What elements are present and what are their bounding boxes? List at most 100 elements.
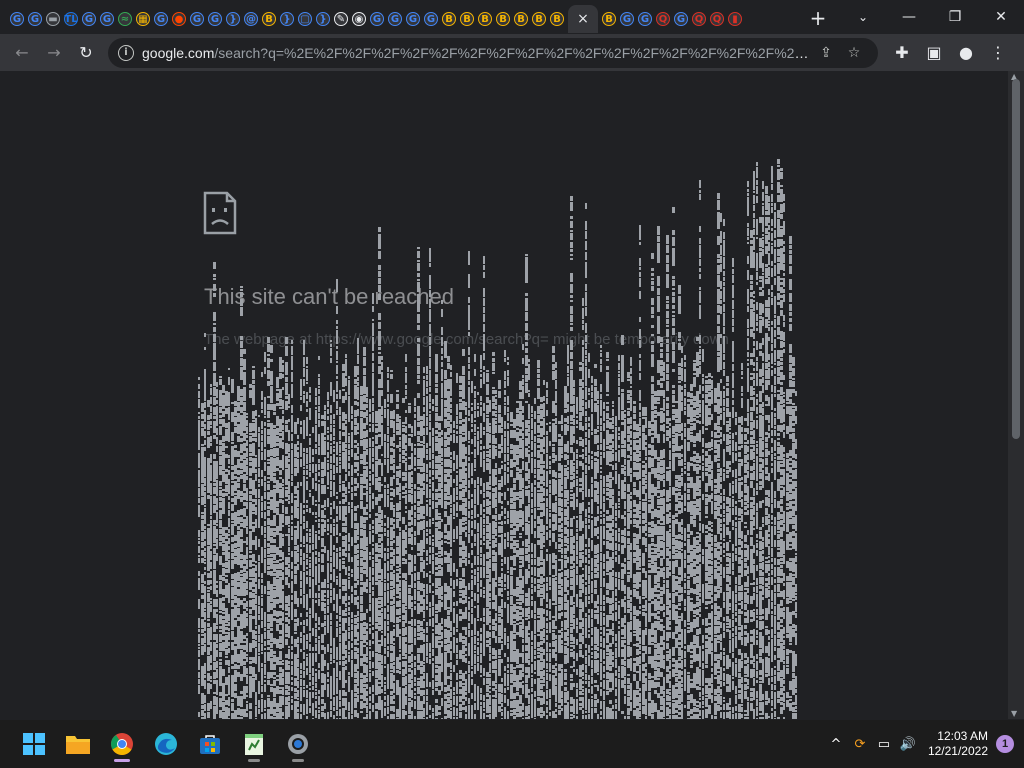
restore-button[interactable]: ❐ [932, 2, 978, 32]
noise-fragment [219, 698, 222, 707]
browser-tab[interactable]: } [224, 5, 242, 33]
browser-tab[interactable]: ▬ [44, 5, 62, 33]
noise-fragment [285, 604, 288, 611]
browser-tab[interactable]: G [152, 5, 170, 33]
minimize-button[interactable]: — [886, 2, 932, 32]
browser-tab[interactable]: G [636, 5, 654, 33]
browser-tab[interactable]: ▮ [726, 5, 744, 33]
close-icon[interactable]: × [577, 11, 589, 27]
noise-fragment [219, 510, 222, 519]
noise-fragment [243, 508, 246, 517]
noise-fragment [234, 577, 237, 586]
browser-tab[interactable]: } [278, 5, 296, 33]
browser-tab[interactable]: @ [242, 5, 260, 33]
browser-tab[interactable]: G [8, 5, 26, 33]
noise-fragment [288, 394, 290, 398]
noise-fragment [345, 603, 347, 607]
noise-fragment [507, 609, 509, 616]
extensions-icon[interactable]: ✚ [886, 37, 918, 69]
bookmark-star-icon[interactable]: ☆ [840, 39, 868, 67]
browser-tab[interactable]: B [476, 5, 494, 33]
browser-tab[interactable]: G [80, 5, 98, 33]
noise-fragment [303, 453, 305, 462]
address-bar[interactable]: i google.com/search?q=%2E%2F%2F%2F%2F%2F… [108, 37, 878, 68]
browser-tab[interactable]: ▢ [296, 5, 314, 33]
noise-fragment [336, 279, 338, 283]
noise-fragment [519, 561, 522, 563]
forward-button[interactable]: → [38, 37, 70, 69]
noise-fragment [213, 487, 216, 494]
browser-tab[interactable]: G [404, 5, 422, 33]
profile-icon[interactable]: ● [950, 37, 982, 69]
noise-fragment [438, 521, 441, 529]
browser-tab[interactable]: B [512, 5, 530, 33]
browser-tab[interactable]: Q [654, 5, 672, 33]
browser-tab[interactable]: ▦ [134, 5, 152, 33]
browser-tab[interactable]: G [188, 5, 206, 33]
noise-fragment [513, 604, 516, 606]
noise-fragment [258, 449, 260, 458]
browser-tab[interactable]: × [568, 5, 598, 33]
browser-tab[interactable]: G [98, 5, 116, 33]
noise-fragment [513, 528, 516, 535]
browser-tab[interactable]: G [26, 5, 44, 33]
browser-tab[interactable]: ≈ [116, 5, 134, 33]
noise-fragment [249, 703, 252, 709]
noise-fragment [249, 615, 252, 621]
noise-fragment [504, 695, 506, 703]
noise-fragment [240, 432, 243, 434]
close-window-button[interactable]: ✕ [978, 2, 1024, 32]
site-info-icon[interactable]: i [118, 44, 134, 61]
noise-fragment [291, 589, 293, 593]
reload-button[interactable]: ↻ [70, 37, 102, 69]
browser-tab[interactable]: G [368, 5, 386, 33]
noise-fragment [216, 639, 218, 643]
browser-tab[interactable]: G [422, 5, 440, 33]
noise-fragment [387, 495, 389, 502]
browser-tab[interactable]: } [314, 5, 332, 33]
chat-icon: ▢ [298, 12, 312, 26]
new-tab-button[interactable]: + [804, 4, 832, 32]
noise-fragment [357, 688, 359, 694]
browser-tab[interactable]: B [494, 5, 512, 33]
noise-fragment [360, 650, 363, 656]
browser-tab[interactable]: G [206, 5, 224, 33]
noise-fragment [372, 373, 374, 379]
noise-fragment [408, 665, 411, 667]
browser-tab[interactable]: G [386, 5, 404, 33]
browser-tab[interactable]: B [440, 5, 458, 33]
noise-fragment [420, 711, 423, 719]
noise-fragment [201, 699, 204, 704]
browser-tab[interactable]: B [458, 5, 476, 33]
noise-fragment [309, 453, 311, 457]
noise-fragment [228, 642, 230, 646]
browser-tab[interactable]: ✎ [332, 5, 350, 33]
browser-tab[interactable]: B [530, 5, 548, 33]
noise-fragment [273, 564, 276, 567]
browser-tab[interactable]: B [548, 5, 566, 33]
noise-fragment [345, 506, 347, 515]
noise-fragment [378, 587, 381, 596]
noise-fragment [360, 501, 363, 509]
url-text[interactable]: google.com/search?q=%2E%2F%2F%2F%2F%2F%2… [142, 45, 812, 61]
noise-fragment [231, 414, 234, 422]
browser-tab[interactable]: TL [62, 5, 80, 33]
tab-search-button[interactable]: ⌄ [840, 2, 886, 32]
browser-tab[interactable]: B [600, 5, 618, 33]
noise-fragment [318, 406, 320, 412]
menu-icon[interactable]: ⋮ [982, 37, 1014, 69]
side-panel-icon[interactable]: ▣ [918, 37, 950, 69]
browser-tab[interactable]: ● [170, 5, 188, 33]
noise-fragment [441, 519, 443, 522]
browser-tab[interactable]: ◉ [350, 5, 368, 33]
browser-tab[interactable]: B [260, 5, 278, 33]
back-button[interactable]: ← [6, 37, 38, 69]
noise-fragment [492, 372, 495, 374]
share-icon[interactable]: ⇪ [812, 39, 840, 67]
noise-fragment [453, 612, 455, 619]
noise-fragment [465, 456, 467, 458]
browser-tab[interactable]: G [672, 5, 690, 33]
browser-tab[interactable]: Q [708, 5, 726, 33]
browser-tab[interactable]: Q [690, 5, 708, 33]
browser-tab[interactable]: G [618, 5, 636, 33]
